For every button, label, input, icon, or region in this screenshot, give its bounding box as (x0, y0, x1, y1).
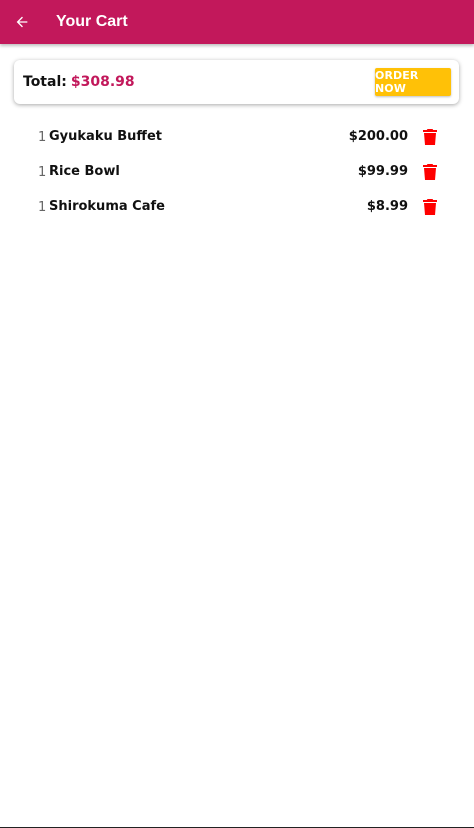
delete-item-button[interactable] (422, 199, 438, 215)
cart-item-row: 1 Rice Bowl $99.99 (0, 155, 474, 190)
trash-icon (423, 164, 437, 180)
total-summary-card: Total: $308.98 ORDER NOW (14, 60, 459, 104)
cart-item-row: 1 Gyukaku Buffet $200.00 (0, 120, 474, 155)
item-quantity: 1 (38, 130, 47, 145)
delete-item-button[interactable] (422, 129, 438, 145)
trash-icon (423, 199, 437, 215)
back-button[interactable] (0, 0, 44, 44)
cart-screen: Your Cart Total: $308.98 ORDER NOW 1 Gyu… (0, 0, 474, 828)
arrow-left-icon (16, 16, 28, 28)
item-price: $8.99 (366, 199, 408, 214)
total-label: Total: (23, 74, 67, 90)
page-title: Your Cart (56, 13, 128, 30)
trash-icon (423, 129, 437, 145)
item-quantity: 1 (38, 165, 47, 180)
delete-item-button[interactable] (422, 164, 438, 180)
cart-item-list: 1 Gyukaku Buffet $200.00 1 Rice Bowl $99… (0, 120, 474, 225)
item-quantity: 1 (38, 200, 47, 215)
item-price: $200.00 (348, 129, 408, 144)
item-name: Shirokuma Cafe (49, 199, 165, 214)
cart-item-row: 1 Shirokuma Cafe $8.99 (0, 190, 474, 225)
item-name: Gyukaku Buffet (49, 129, 162, 144)
total-amount: $308.98 (70, 74, 135, 90)
item-name: Rice Bowl (49, 164, 120, 179)
order-now-button[interactable]: ORDER NOW (375, 68, 451, 96)
item-price: $99.99 (357, 164, 408, 179)
app-bar: Your Cart (0, 0, 474, 44)
